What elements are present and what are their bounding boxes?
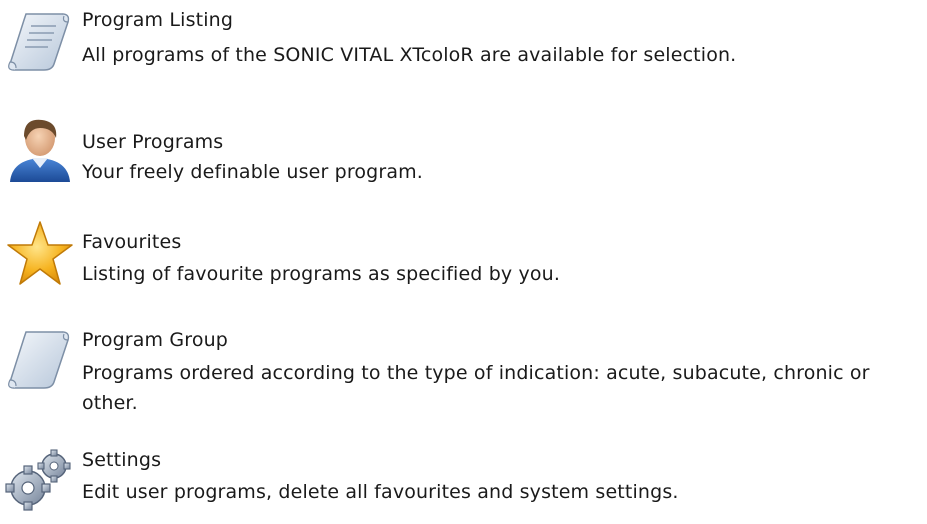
entry-title: Favourites bbox=[82, 231, 182, 253]
entry-description: Listing of favourite programs as specifi… bbox=[82, 263, 561, 285]
settings-entry: Settings Edit user programs, delete all … bbox=[0, 410, 927, 524]
entry-title: Program Listing bbox=[82, 9, 234, 31]
feature-list-page: { "items": [ { "icon": "scroll-document-… bbox=[0, 0, 927, 524]
entry-title: Settings bbox=[82, 449, 162, 471]
star-icon bbox=[4, 218, 76, 290]
entry-description: All programs of the SONIC VITAL XTcoloR … bbox=[82, 44, 737, 66]
user-programs-entry: User Programs Your freely definable user… bbox=[0, 100, 927, 200]
scroll-icon bbox=[4, 326, 76, 398]
entry-description: Edit user programs, delete all favourite… bbox=[82, 481, 679, 503]
entry-description: Your freely definable user program. bbox=[82, 161, 423, 183]
program-listing-entry: Program Listing All programs of the SONI… bbox=[0, 0, 927, 100]
entry-title: User Programs bbox=[82, 131, 224, 153]
entry-description: Programs ordered according to the type o… bbox=[82, 362, 870, 414]
gears-icon bbox=[4, 444, 76, 516]
scroll-document-icon bbox=[4, 8, 76, 80]
entry-title: Program Group bbox=[82, 329, 228, 351]
user-avatar-icon bbox=[4, 112, 76, 184]
favourites-entry: Favourites Listing of favourite programs… bbox=[0, 200, 927, 300]
program-group-entry: Program Group Programs ordered according… bbox=[0, 300, 927, 414]
